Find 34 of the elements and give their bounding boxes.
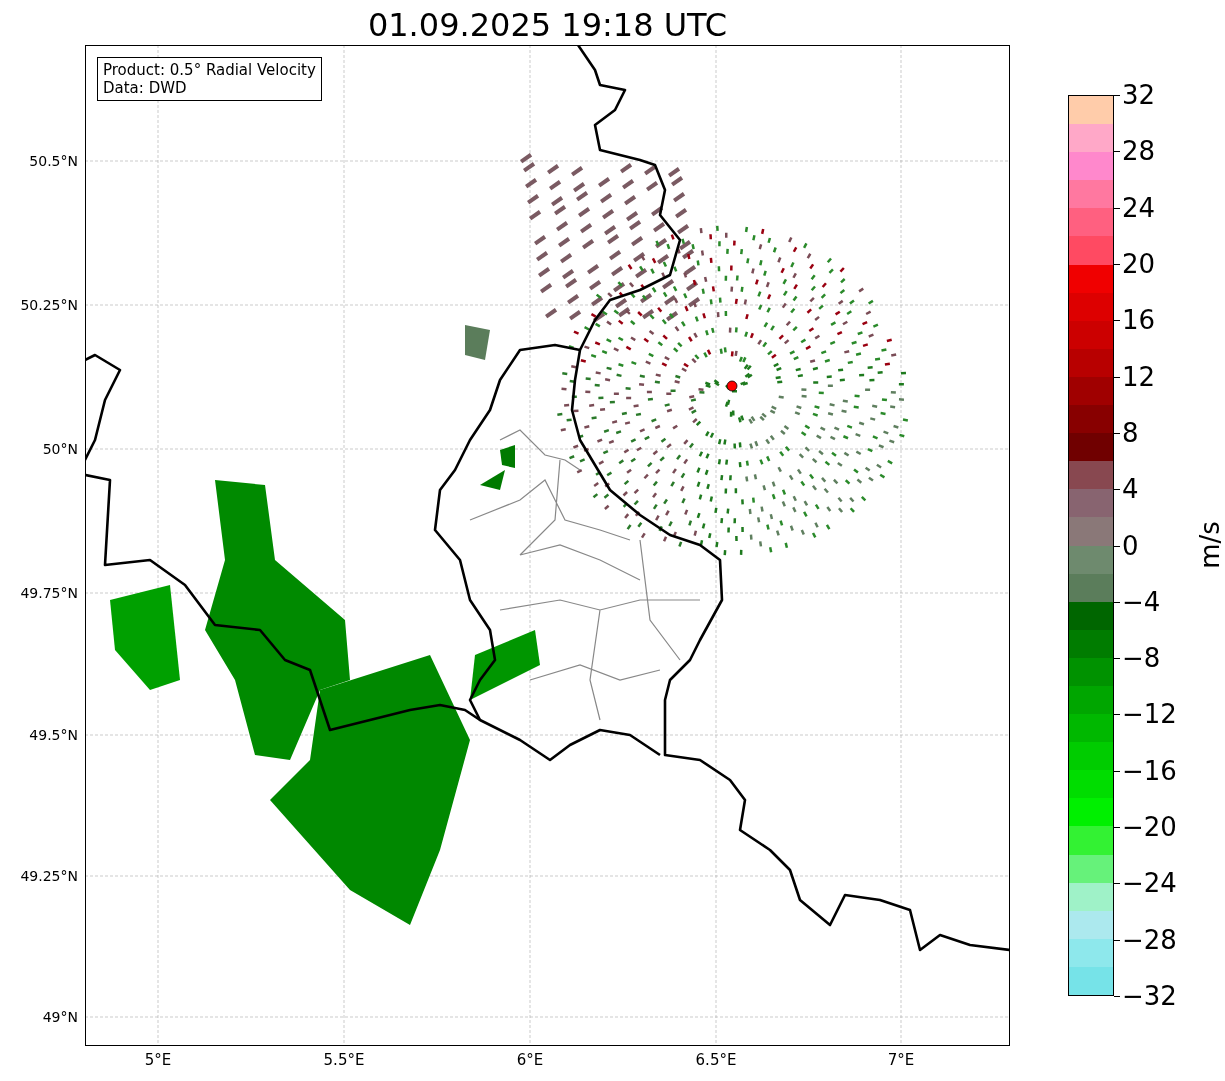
latitude-label: 49°N (42, 1009, 78, 1025)
longitude-label: 6°E (516, 1051, 544, 1069)
colorbar-tick-label: 20 (1122, 248, 1156, 279)
longitude-label: 6.5°E (695, 1051, 737, 1069)
colorbar-tick-label: −32 (1122, 981, 1177, 1011)
colorbar-tick-label: 8 (1122, 417, 1139, 448)
latitude-label: 49.75°N (20, 585, 78, 601)
latitude-label: 50°N (42, 441, 78, 457)
colorbar-tick-label: 16 (1122, 305, 1156, 336)
latitude-label: 49.25°N (20, 868, 78, 884)
colorbar-tick-label: 24 (1122, 192, 1156, 223)
chart-title: 01.09.2025 19:18 UTC (367, 5, 728, 45)
colorbar-tick-label: −12 (1122, 699, 1177, 730)
colorbar-tick-label: 32 (1122, 80, 1156, 110)
colorbar-tick-label: 12 (1122, 361, 1156, 392)
info-text: Data: DWD (103, 79, 188, 97)
longitude-label: 5°E (144, 1051, 172, 1069)
colorbar-tick-label: 28 (1122, 136, 1156, 167)
colorbar-tick-label: −24 (1122, 868, 1177, 899)
info-text: Product: 0.5° Radial Velocity (103, 61, 316, 79)
colorbar-tick-label: −28 (1122, 924, 1177, 955)
colorbar-unit-label: m/s (1194, 521, 1225, 569)
colorbar-tick-label: −4 (1122, 586, 1161, 617)
colorbar-tick-label: −20 (1122, 812, 1177, 843)
longitude-label: 7°E (887, 1051, 915, 1069)
colorbar-tick-label: 0 (1122, 530, 1139, 561)
colorbar-tick-label: −8 (1122, 643, 1161, 674)
latitude-label: 49.5°N (29, 727, 78, 743)
latitude-label: 50.5°N (29, 153, 78, 169)
longitude-label: 5.5°E (323, 1051, 365, 1069)
colorbar-tick-label: −16 (1122, 755, 1177, 786)
colorbar-tick-label: 4 (1122, 474, 1139, 505)
radar-site-marker (726, 380, 738, 392)
latitude-label: 50.25°N (20, 297, 78, 313)
